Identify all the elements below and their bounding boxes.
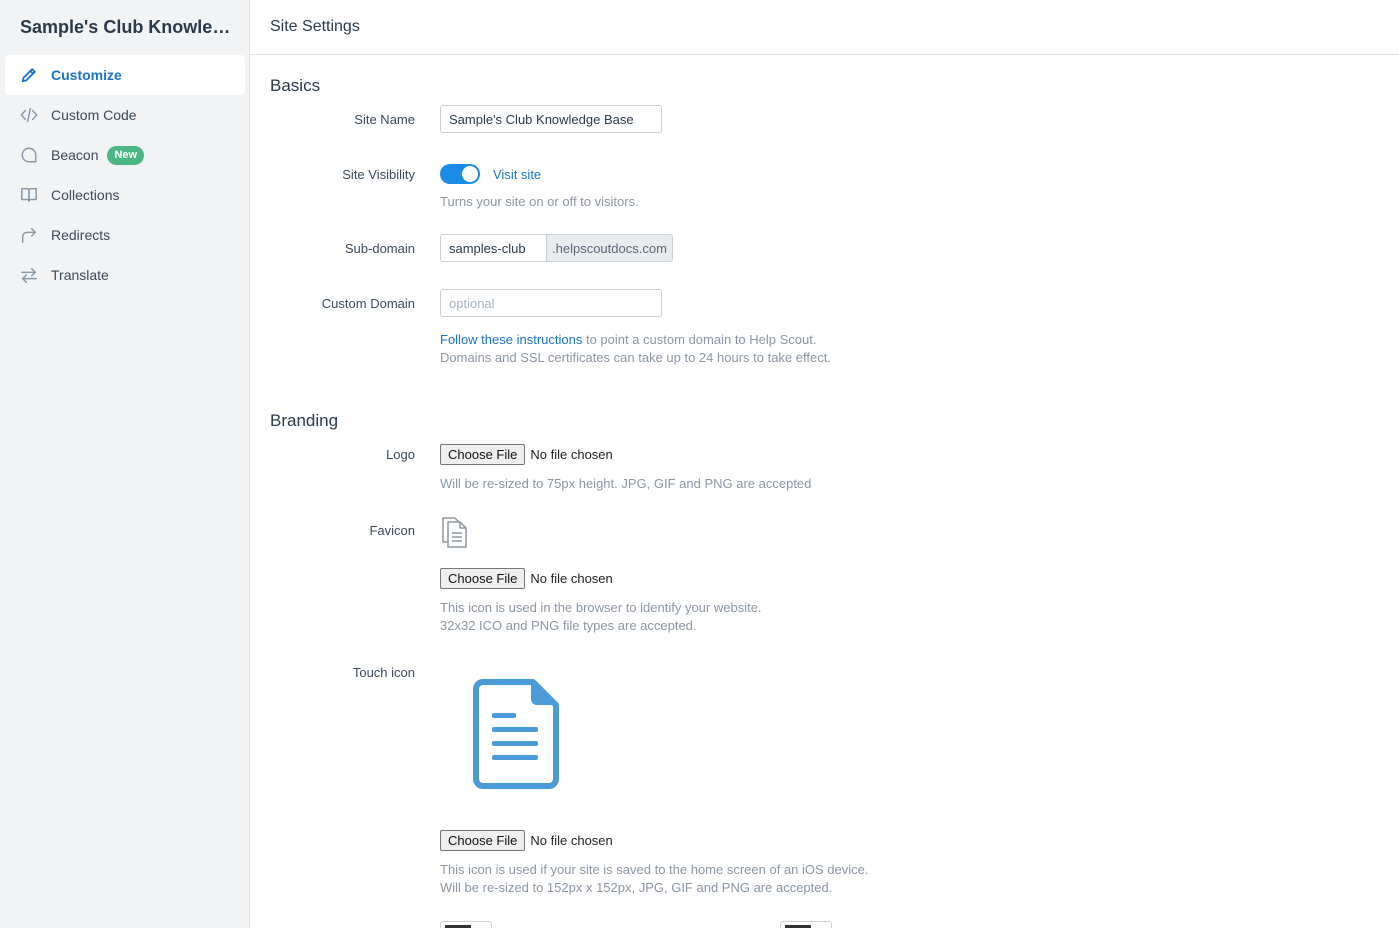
custom-domain-hint: Follow these instructions to point a cus… [440,331,831,367]
document-lines-icon [473,679,559,789]
logo-file-input: Choose File No file chosen [440,444,613,465]
sidebar-item-collections[interactable]: Collections [5,175,245,215]
new-badge: New [107,145,145,165]
code-icon [19,105,39,125]
book-icon [19,185,39,205]
swap-arrows-icon [19,265,39,285]
branding-heading: Branding [270,411,339,430]
logo-file-status: No file chosen [530,447,613,462]
custom-domain-input[interactable] [440,289,662,317]
basics-heading: Basics [270,76,321,95]
favicon-file-status: No file chosen [530,571,613,586]
page-header: Site Settings [250,0,1399,55]
sidebar-item-label: Translate [51,267,109,283]
custom-domain-label: Custom Domain [321,296,415,311]
favicon-hint-line1: This icon is used in the browser to iden… [440,600,762,615]
sidebar-item-label: Custom Code [51,107,137,123]
chat-bubble-icon [19,145,39,165]
page-title: Site Settings [270,18,360,35]
touch-icon-hint-line1: This icon is used if your site is saved … [440,862,869,877]
favicon-hint: This icon is used in the browser to iden… [440,599,762,635]
document-icon [440,515,472,549]
touch-icon-hint-line2: Will be re-sized to 152px x 152px, JPG, … [440,880,833,895]
color-picker-stub[interactable] [440,921,492,928]
site-visibility-label: Site Visibility [342,167,415,182]
sidebar-item-beacon[interactable]: Beacon New [5,135,245,175]
touch-icon-hint: This icon is used if your site is saved … [440,861,869,897]
logo-label: Logo [386,447,415,462]
settings-form: Basics Site Name Site Visibility Visit s… [250,55,1399,928]
site-name-label: Site Name [354,112,415,127]
site-title: Sample's Club Knowledge Base [20,17,240,37]
touch-icon-label: Touch icon [352,665,415,680]
custom-domain-hint-text: to point a custom domain to Help Scout. [582,332,817,347]
logo-hint: Will be re-sized to 75px height. JPG, GI… [440,476,812,491]
site-visibility-hint: Turns your site on or off to visitors. [440,194,639,209]
subdomain-input[interactable] [440,234,546,262]
redirect-arrow-icon [19,225,39,245]
sidebar-item-label: Collections [51,187,120,203]
visit-site-link[interactable]: Visit site [493,167,541,182]
favicon-hint-line2: 32x32 ICO and PNG file types are accepte… [440,618,697,633]
sidebar-nav: Customize Custom Code Beacon New Collect… [5,55,245,295]
favicon-file-input: Choose File No file chosen [440,568,613,589]
sidebar-item-translate[interactable]: Translate [5,255,245,295]
site-name-input[interactable] [440,105,662,133]
touch-icon-choose-file-button[interactable]: Choose File [440,830,526,851]
site-visibility-toggle[interactable] [440,164,480,184]
sidebar-item-customize[interactable]: Customize [5,55,245,95]
sidebar-item-custom-code[interactable]: Custom Code [5,95,245,135]
sidebar-item-label: Redirects [51,227,111,243]
favicon-label: Favicon [369,523,415,538]
logo-choose-file-button[interactable]: Choose File [440,444,526,465]
pencil-icon [19,65,39,85]
sidebar-item-redirects[interactable]: Redirects [5,215,245,255]
subdomain-label: Sub-domain [344,241,415,256]
color-picker-stub[interactable] [780,921,832,928]
touch-icon-file-input: Choose File No file chosen [440,830,613,851]
subdomain-suffix: .helpscoutdocs.com [546,234,673,262]
sidebar: Sample's Club Knowledge Base Customize C… [0,0,250,928]
custom-domain-hint-line2: Domains and SSL certificates can take up… [440,350,831,365]
sidebar-item-label: Customize [51,67,122,83]
favicon-choose-file-button[interactable]: Choose File [440,568,526,589]
instructions-link[interactable]: Follow these instructions [440,332,582,347]
subdomain-field: .helpscoutdocs.com [440,234,673,262]
touch-icon-file-status: No file chosen [530,833,613,848]
sidebar-item-label: Beacon [51,147,99,163]
